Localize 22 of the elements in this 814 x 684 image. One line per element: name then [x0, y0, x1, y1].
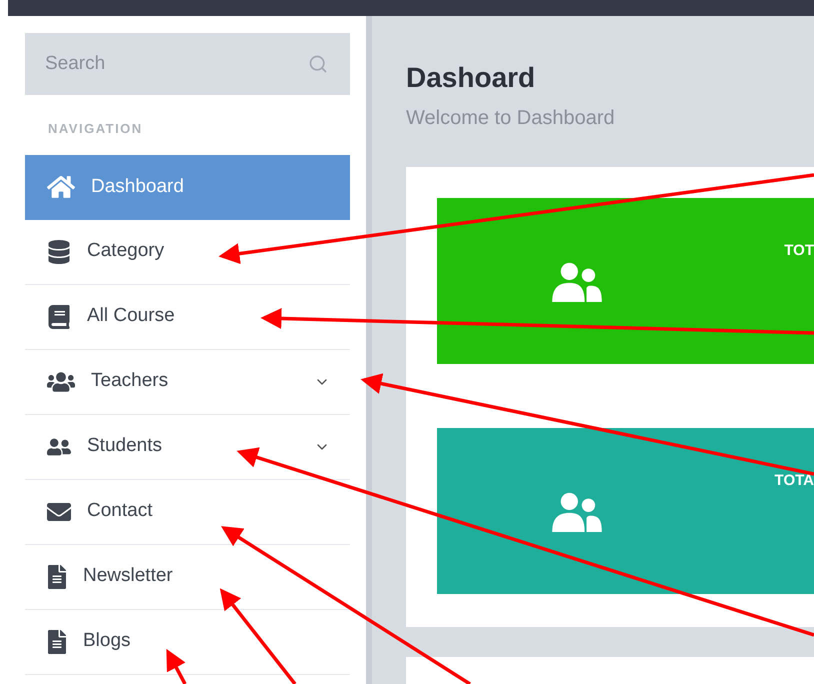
people-icon [552, 260, 602, 302]
book-icon [47, 304, 71, 328]
people-icon [552, 490, 602, 532]
section-heading: NAVIGATION [48, 120, 144, 138]
database-icon [47, 240, 71, 264]
nav-item[interactable]: Blogs [25, 610, 350, 674]
stat-label: TOTA [774, 471, 814, 491]
nav-item[interactable]: Teachers [25, 350, 350, 414]
document-icon [47, 564, 67, 588]
nav-item[interactable]: Newsletter [25, 544, 350, 610]
nav-item[interactable]: Students [25, 414, 350, 480]
page-subtitle: Welcome to Dashboard [406, 106, 616, 131]
page-title: Dashoard [406, 61, 536, 95]
stat-label: TOT [784, 241, 814, 261]
home-icon [47, 173, 75, 201]
search-icon [308, 54, 328, 74]
nav-item[interactable]: Contact [25, 480, 350, 544]
nav-item[interactable]: Category [25, 220, 350, 284]
document-icon [47, 630, 67, 654]
annotation-arrow [166, 648, 187, 684]
search-field[interactable]: Search [25, 33, 350, 95]
nav-item[interactable]: All Course [25, 284, 350, 350]
